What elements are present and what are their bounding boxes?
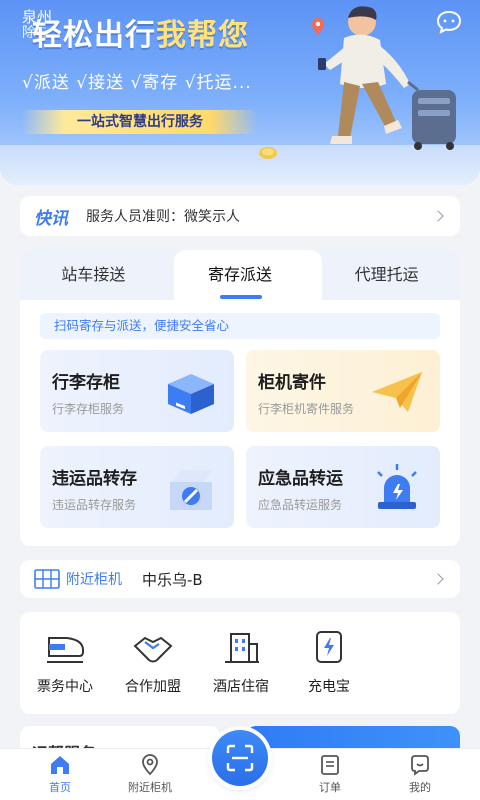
service-card-subtitle: 行李柜机寄件服务 xyxy=(258,402,355,416)
order-icon xyxy=(321,755,339,775)
tab-storage-delivery[interactable]: 寄存派送 xyxy=(167,250,314,300)
chevron-right-icon xyxy=(432,210,444,222)
service-card-title: 柜机寄件 xyxy=(258,373,326,393)
banner-slogan: 一站式智慧出行服务 xyxy=(22,110,258,134)
active-tab-indicator xyxy=(220,295,262,299)
nearby-cabinet-name: 中乐乌-B xyxy=(142,570,203,589)
service-tabs: 站车接送 寄存派送 代理托运 xyxy=(20,250,460,300)
quick-label: 充电宝 xyxy=(308,679,350,695)
tab-agent-checkin[interactable]: 代理托运 xyxy=(313,250,460,300)
chevron-right-icon xyxy=(432,573,444,585)
profile-icon xyxy=(411,755,429,776)
service-card-title: 行李存柜 xyxy=(52,373,120,393)
nav-label: 订单 xyxy=(319,781,341,794)
quick-partnership[interactable]: 合作加盟 xyxy=(108,628,198,696)
banner-title-main: 轻松出行 xyxy=(32,18,156,53)
tip-bar: 扫码寄存与派送，便捷安全省心 xyxy=(40,313,440,339)
paper-plane-icon xyxy=(372,372,422,412)
news-bar[interactable]: 快讯 服务人员准则：微笑示人 xyxy=(20,196,460,236)
service-tabs-card: 站车接送 寄存派送 代理托运 扫码寄存与派送，便捷安全省心 行李存柜 行李存柜服… xyxy=(20,250,460,546)
service-card-subtitle: 违运品转存服务 xyxy=(52,498,137,512)
nav-home[interactable]: 首页 xyxy=(20,753,100,795)
nearby-cabinet-bar[interactable]: 附近柜机 中乐乌-B xyxy=(20,560,460,598)
service-card-title: 应急品转运 xyxy=(258,469,343,489)
locker-grid-icon xyxy=(34,569,60,589)
service-card-emergency-transfer[interactable]: 应急品转运 应急品转运服务 xyxy=(246,446,440,528)
train-icon xyxy=(47,637,84,663)
quick-label: 酒店住宿 xyxy=(213,679,269,695)
nav-orders[interactable]: 订单 xyxy=(290,753,370,795)
nav-profile[interactable]: 我的 xyxy=(380,753,460,795)
news-text: 服务人员准则：微笑示人 xyxy=(86,209,240,225)
quick-label: 票务中心 xyxy=(37,679,93,695)
quick-hotel[interactable]: 酒店住宿 xyxy=(196,628,286,696)
hero-banner[interactable]: 泉州 除G 轻松出行我帮您 √派送 √接送 √寄存 √托运... 一站式智慧出行… xyxy=(0,0,480,185)
tab-station-pickup[interactable]: 站车接送 xyxy=(20,250,167,300)
chat-icon[interactable] xyxy=(436,10,462,34)
banner-services: √派送 √接送 √寄存 √托运... xyxy=(22,73,252,93)
home-icon xyxy=(51,756,69,774)
service-card-luggage-locker[interactable]: 行李存柜 行李存柜服务 xyxy=(40,350,234,432)
nav-label: 我的 xyxy=(409,781,431,794)
scan-icon xyxy=(226,744,254,772)
cabinet-box-icon xyxy=(168,374,214,414)
nav-label: 附近柜机 xyxy=(128,781,172,794)
coin-decoration xyxy=(259,147,277,159)
quick-actions: 票务中心 合作加盟 酒店住宿 充电宝 xyxy=(20,612,460,714)
quick-label: 合作加盟 xyxy=(125,679,181,695)
news-brand: 快讯 xyxy=(34,208,68,229)
service-card-subtitle: 应急品转运服务 xyxy=(258,498,343,512)
nav-nearby[interactable]: 附近柜机 xyxy=(110,753,190,795)
nav-label: 首页 xyxy=(49,781,71,794)
scan-button[interactable] xyxy=(212,730,268,786)
alarm-light-icon xyxy=(377,464,417,509)
handshake-icon xyxy=(133,636,173,663)
banner-title: 轻松出行我帮您 xyxy=(32,10,249,54)
quick-ticket-center[interactable]: 票务中心 xyxy=(20,628,110,696)
service-card-title: 违运品转存 xyxy=(52,469,137,489)
service-card-prohibited-storage[interactable]: 违运品转存 违运品转存服务 xyxy=(40,446,234,528)
nearby-label: 附近柜机 xyxy=(66,572,122,588)
prohibited-box-icon xyxy=(170,470,212,510)
location-icon xyxy=(142,754,158,776)
service-card-locker-send[interactable]: 柜机寄件 行李柜机寄件服务 xyxy=(246,350,440,432)
quick-power-bank[interactable]: 充电宝 xyxy=(284,628,374,696)
service-card-subtitle: 行李存柜服务 xyxy=(52,402,125,416)
power-bank-icon xyxy=(316,631,342,663)
hotel-icon xyxy=(225,633,259,663)
banner-title-highlight: 我帮您 xyxy=(156,18,249,53)
